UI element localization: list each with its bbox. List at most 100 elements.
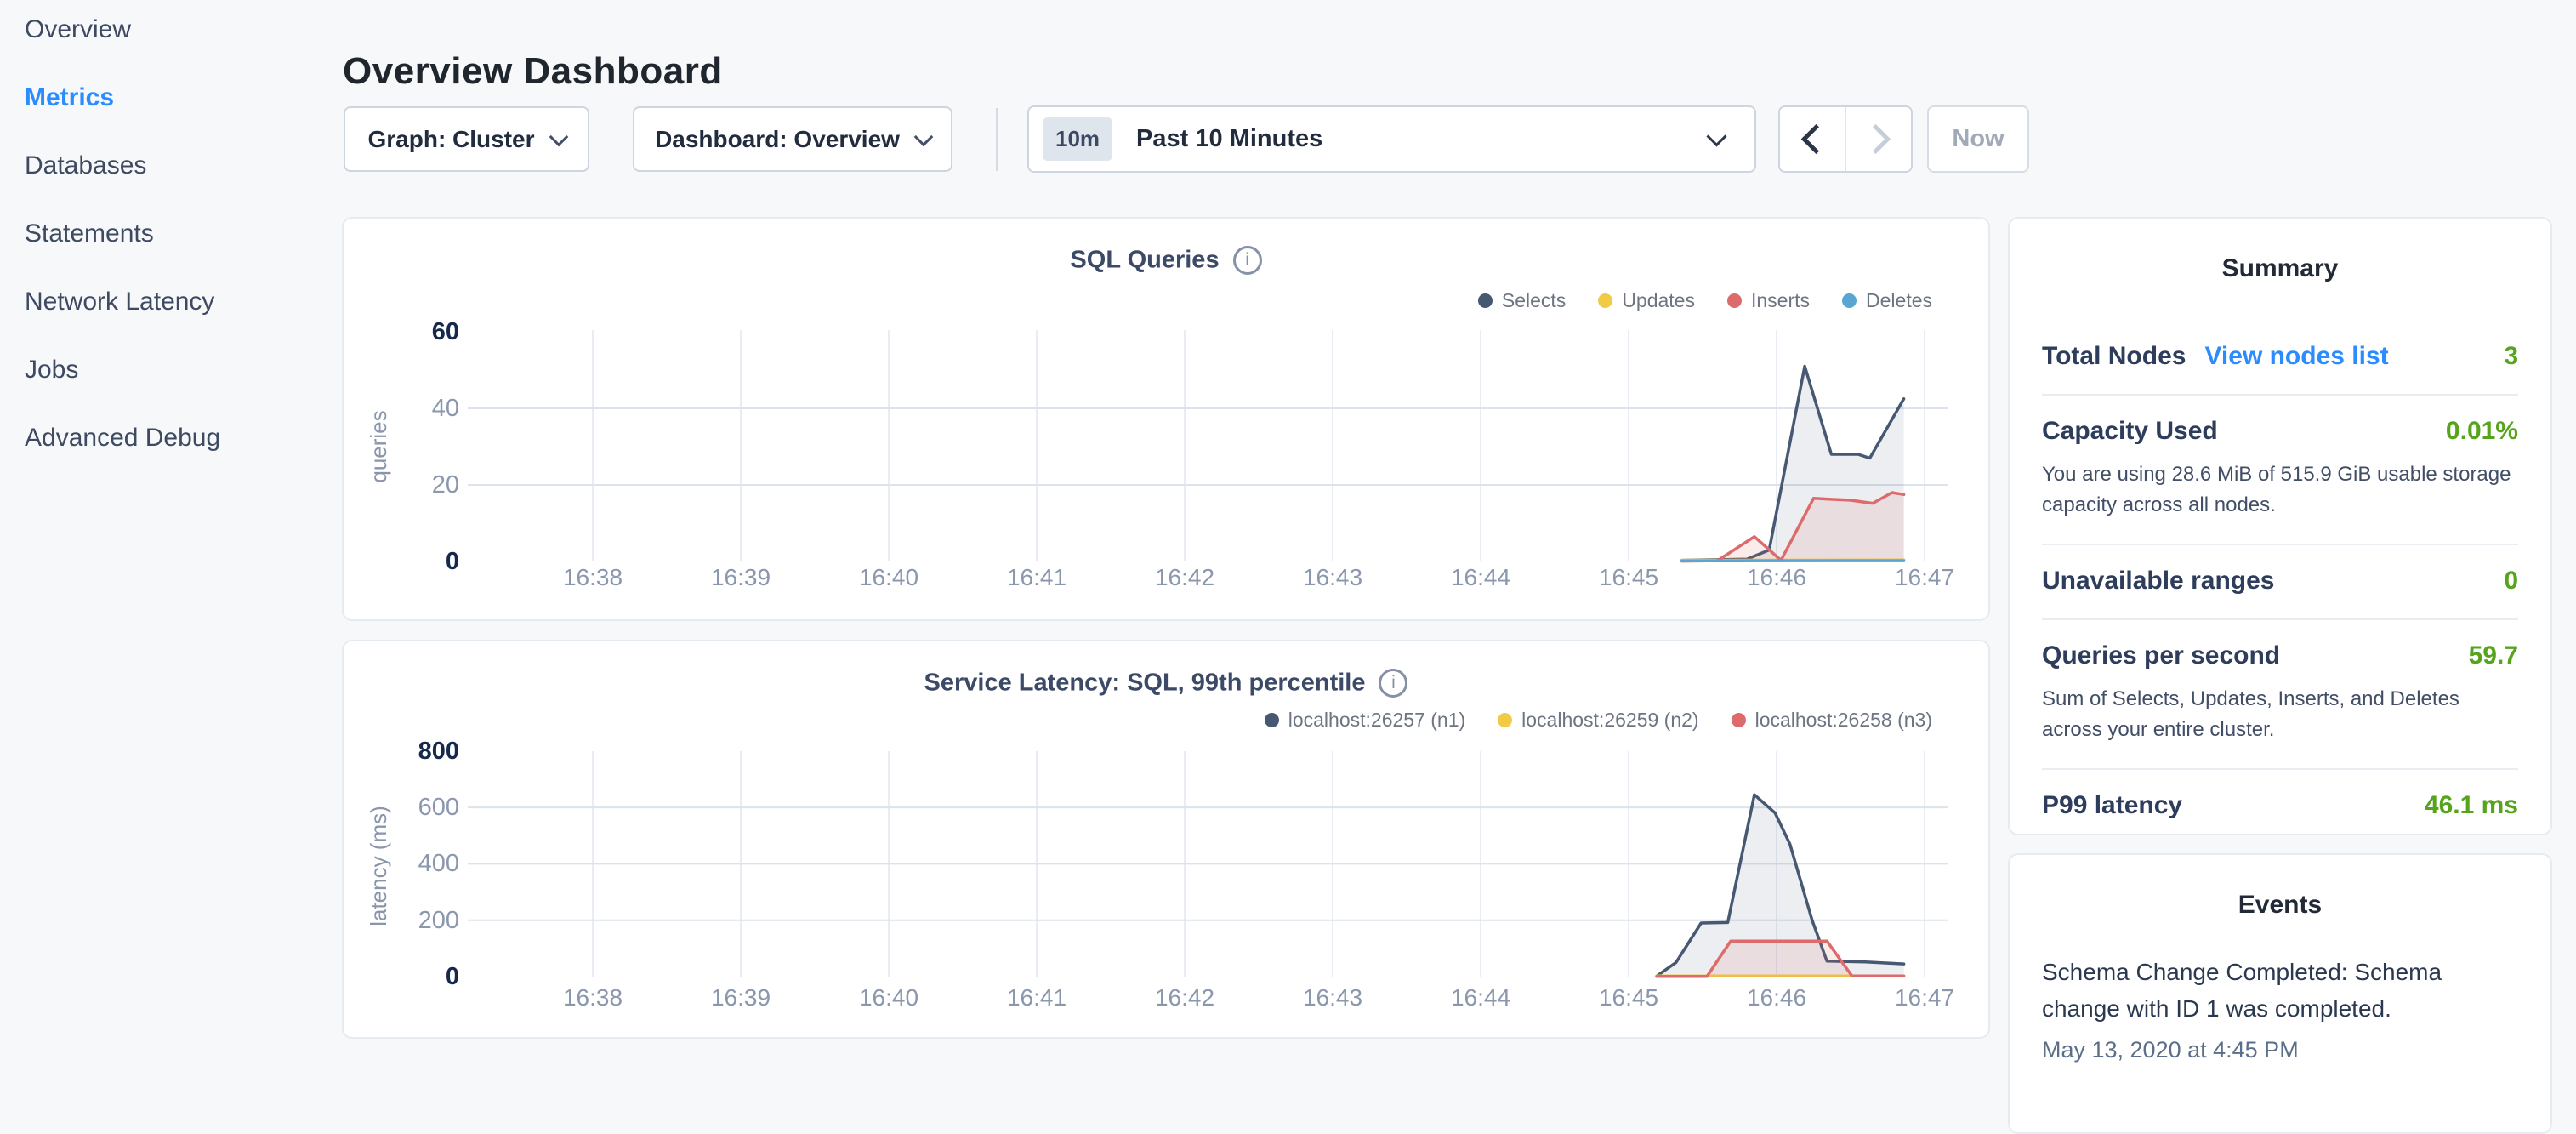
chevron-down-icon — [549, 127, 568, 146]
sidebar-item-statements[interactable]: Statements — [25, 221, 220, 247]
chevron-down-icon — [1706, 126, 1726, 146]
y-axis-title: queries — [365, 353, 392, 540]
graph-dropdown[interactable]: Graph: Cluster — [344, 106, 589, 172]
x-tick-label: 16:44 — [1421, 565, 1540, 590]
x-tick-label: 16:40 — [829, 565, 948, 590]
summary-panel: Summary Total NodesView nodes list3Capac… — [2008, 217, 2552, 835]
y-tick-label: 800 — [340, 738, 459, 764]
sidebar: Overview Metrics Databases Statements Networ… — [25, 17, 220, 451]
events-list: Schema Change Completed: Schema change w… — [2010, 954, 2550, 1063]
x-tick-label: 16:43 — [1273, 565, 1392, 590]
x-tick-label: 16:41 — [977, 565, 1096, 590]
summary-row-label: Total Nodes — [2042, 342, 2186, 371]
sidebar-item-metrics[interactable]: Metrics — [25, 85, 220, 111]
legend-dot-icon — [1498, 713, 1512, 727]
chevron-left-icon — [1800, 124, 1830, 154]
x-tick-label: 16:47 — [1865, 985, 1984, 1011]
summary-row-value: 46.1 ms — [2425, 791, 2518, 820]
chevron-right-icon — [1860, 124, 1890, 154]
x-tick-label: 16:39 — [681, 565, 800, 590]
summary-row-head: Unavailable ranges 0 — [2042, 567, 2518, 595]
dashboard-dropdown-label: Dashboard: Overview — [655, 126, 900, 153]
legend-dot-icon — [1598, 293, 1612, 308]
summary-row-value: 59.7 — [2469, 641, 2518, 670]
sql-queries-chart-title: SQL Queries — [1070, 247, 1219, 274]
chevron-down-icon — [914, 127, 934, 146]
sidebar-item-advanced-debug[interactable]: Advanced Debug — [25, 425, 220, 451]
summary-panel-title: Summary — [2010, 219, 2550, 283]
summary-row-label: Capacity Used — [2042, 417, 2218, 446]
sidebar-item-network-latency[interactable]: Network Latency — [25, 289, 220, 315]
legend-name: localhost:26257 (n1) — [1288, 709, 1465, 732]
x-tick-label: 16:42 — [1125, 565, 1244, 590]
time-range-label: Past 10 Minutes — [1136, 125, 1322, 153]
legend-item[interactable]: Inserts — [1727, 289, 1810, 312]
summary-row-label: Unavailable ranges — [2042, 567, 2274, 595]
summary-row-head: P99 latency46.1 ms — [2042, 791, 2518, 820]
legend-dot-icon — [1265, 713, 1279, 727]
service-latency-chart-header: Service Latency: SQL, 99th percentile i — [342, 669, 1990, 698]
service-latency-chart-title: Service Latency: SQL, 99th percentile — [924, 670, 1366, 697]
x-tick-label: 16:39 — [681, 985, 800, 1011]
sidebar-item-overview[interactable]: Overview — [25, 17, 220, 43]
summary-row-value: 0 — [2504, 567, 2518, 595]
x-tick-label: 16:45 — [1569, 985, 1688, 1011]
x-tick-label: 16:38 — [533, 565, 652, 590]
legend-name: localhost:26258 (n3) — [1755, 709, 1932, 732]
x-tick-label: 16:41 — [977, 985, 1096, 1011]
sql-queries-chart-header: SQL Queries i — [342, 246, 1990, 275]
legend-item[interactable]: localhost:26258 (n3) — [1732, 709, 1932, 732]
legend-item[interactable]: Selects — [1478, 289, 1566, 312]
event-text: Schema Change Completed: Schema change w… — [2042, 954, 2450, 1027]
y-axis-title: latency (ms) — [365, 772, 392, 960]
time-range-badge: 10m — [1043, 117, 1112, 161]
summary-row: Capacity Used 0.01% You are using 28.6 MiB… — [2042, 396, 2518, 545]
y-tick-label: 400 — [340, 851, 459, 876]
x-tick-label: 16:46 — [1717, 985, 1836, 1011]
y-tick-label: 0 — [340, 549, 459, 574]
legend-dot-icon — [1478, 293, 1493, 308]
summary-row-head: Capacity Used 0.01% — [2042, 417, 2518, 446]
legend-item[interactable]: Updates — [1598, 289, 1695, 312]
time-next-button[interactable] — [1845, 107, 1911, 171]
sidebar-item-databases[interactable]: Databases — [25, 153, 220, 179]
time-prev-button[interactable] — [1780, 107, 1845, 171]
view-nodes-list-link[interactable]: View nodes list — [2204, 342, 2388, 371]
summary-row-description: You are using 28.6 MiB of 515.9 GiB usab… — [2042, 459, 2518, 521]
dashboard-dropdown[interactable]: Dashboard: Overview — [633, 106, 952, 172]
legend-item[interactable]: Deletes — [1842, 289, 1932, 312]
legend-item[interactable]: localhost:26259 (n2) — [1498, 709, 1698, 732]
x-tick-label: 16:38 — [533, 985, 652, 1011]
summary-rows: Total NodesView nodes list3Capacity Used… — [2010, 321, 2550, 843]
summary-row-head: Queries per second 59.7 — [2042, 641, 2518, 670]
summary-row-description: Sum of Selects, Updates, Inserts, and De… — [2042, 684, 2518, 745]
x-tick-label: 16:40 — [829, 985, 948, 1011]
legend-dot-icon — [1842, 293, 1857, 308]
time-pager — [1778, 105, 1913, 173]
legend-name: Selects — [1502, 289, 1566, 312]
info-icon[interactable]: i — [1233, 246, 1262, 275]
legend-name: Deletes — [1866, 289, 1932, 312]
legend-name: Updates — [1622, 289, 1695, 312]
x-tick-label: 16:43 — [1273, 985, 1392, 1011]
x-tick-label: 16:46 — [1717, 565, 1836, 590]
summary-row-label: Queries per second — [2042, 641, 2280, 670]
time-range-selector[interactable]: 10m Past 10 Minutes — [1027, 105, 1756, 173]
y-tick-label: 0 — [340, 964, 459, 989]
legend-name: localhost:26259 (n2) — [1521, 709, 1698, 732]
now-button[interactable]: Now — [1927, 105, 2029, 173]
event-timestamp: May 13, 2020 at 4:45 PM — [2042, 1037, 2518, 1063]
info-icon[interactable]: i — [1379, 669, 1407, 698]
sidebar-item-jobs[interactable]: Jobs — [25, 357, 220, 383]
events-panel: Events Schema Change Completed: Schema c… — [2008, 853, 2552, 1134]
sql-queries-legend: Selects Updates Inserts Deletes — [1478, 289, 1932, 312]
service-latency-legend: localhost:26257 (n1) localhost:26259 (n2)… — [1265, 709, 1932, 732]
y-tick-label: 600 — [340, 795, 459, 820]
summary-row: Unavailable ranges 0 — [2042, 545, 2518, 620]
x-tick-label: 16:42 — [1125, 985, 1244, 1011]
legend-item[interactable]: localhost:26257 (n1) — [1265, 709, 1465, 732]
x-tick-label: 16:47 — [1865, 565, 1984, 590]
legend-name: Inserts — [1751, 289, 1810, 312]
summary-row: P99 latency46.1 ms — [2042, 770, 2518, 843]
summary-row-value: 0.01% — [2446, 417, 2518, 446]
